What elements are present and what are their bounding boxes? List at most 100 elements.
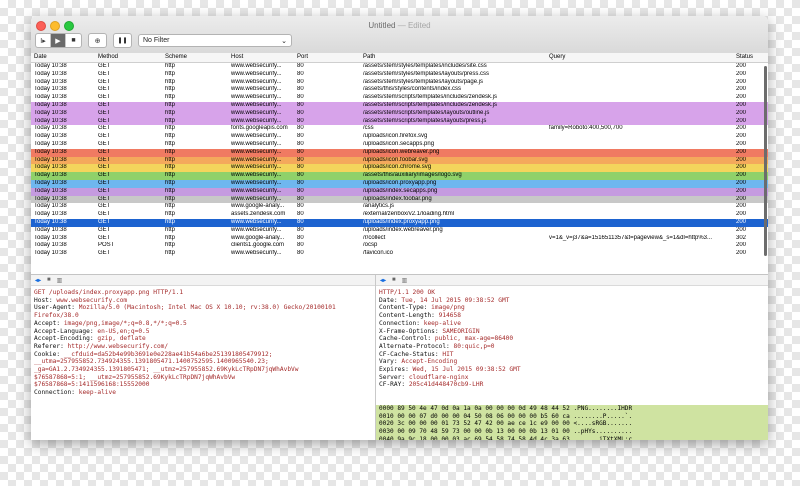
cell-status: 200	[736, 250, 747, 257]
table-row[interactable]: Today 10:38 GET http www.websecurify... 80/a…	[31, 63, 768, 71]
response-header: Date: Tue, 14 Jul 2015 09:38:52 GMT	[379, 297, 768, 305]
raw-view-icon[interactable]: ■	[392, 277, 396, 283]
table-row[interactable]: Today 10:38 GET http www.websecurify... 80/u…	[31, 133, 768, 141]
cell-method: GET	[98, 125, 111, 132]
hex-line: 0010 00 00 07 d0 00 00 04 50 08 06 00 00…	[379, 412, 633, 420]
table-row[interactable]: Today 10:38 GET http www.websecurify... 80/a…	[31, 109, 768, 118]
cell-scheme: http	[165, 94, 176, 101]
step-icon[interactable]: I▸	[36, 34, 51, 47]
request-header: Accept-Language: en-US,en;q=0.5	[34, 328, 375, 336]
table-row[interactable]: Today 10:38 GET http www.google-analy... 80 /…	[31, 234, 768, 243]
column-header-status[interactable]: Status	[736, 54, 753, 60]
cell-port: 80	[297, 164, 304, 171]
pause-button[interactable]: ❚❚	[113, 33, 132, 48]
cell-path: /r/collect	[363, 234, 386, 241]
cell-path: /assets/stem/scripts/templates/layouts/o…	[363, 109, 490, 116]
table-row[interactable]: Today 10:38 GET http www.websecurify... 80/u…	[31, 148, 768, 157]
cell-date: Today 10:38	[34, 125, 67, 132]
cell-host: www.websecurify...	[231, 172, 282, 179]
stop-icon[interactable]: ■	[66, 34, 81, 47]
table-row[interactable]: Today 10:38 GET http www.websecurify... 80/u…	[31, 195, 768, 204]
table-row[interactable]: Today 10:38 GET http assets.zendesk.com 80/e…	[31, 211, 768, 219]
status-line: HTTP/1.1 200 OK	[379, 289, 768, 297]
table-row[interactable]: Today 10:38 GET http www.websecurify... 80/a…	[31, 101, 768, 110]
cell-date: Today 10:38	[34, 195, 67, 202]
columns-view-icon[interactable]: ▥	[57, 277, 63, 284]
response-header: Content-Length: 914658	[379, 312, 768, 320]
column-header-method[interactable]: Method	[98, 54, 118, 60]
table-row[interactable]: Today 10:38 GET http www.websecurify... 80/f…	[31, 250, 768, 258]
cell-scheme: http	[165, 78, 176, 85]
request-header: _ga=GA1.2.734924355.1391805471; __utmz=2…	[34, 366, 375, 374]
cell-date: Today 10:38	[34, 250, 67, 257]
cell-date: Today 10:38	[34, 242, 67, 249]
window-title-text: Untitled	[368, 21, 396, 30]
table-row[interactable]: Today 10:38 GET http www.websecurify... 80/u…	[31, 187, 768, 196]
header-name: Connection:	[34, 389, 75, 397]
cell-scheme: http	[165, 133, 176, 140]
play-icon[interactable]: ▶	[51, 34, 66, 47]
header-value: Mozilla/5.0 (Macintosh; Intel Mac OS X 1…	[78, 304, 336, 312]
table-row[interactable]: Today 10:38 POST http clients1.google.com 80…	[31, 242, 768, 251]
header-value: image/png	[431, 304, 465, 312]
table-scrollbar[interactable]	[764, 66, 767, 256]
header-value: Accept-Encoding	[401, 358, 458, 366]
cell-method: GET	[98, 203, 111, 210]
filter-select[interactable]: No Filter ⌄	[138, 34, 292, 47]
cell-host: www.websecurify...	[231, 78, 282, 85]
table-row[interactable]: Today 10:38 GET http www.websecurify... 80/a…	[31, 117, 768, 126]
cell-port: 80	[297, 203, 304, 210]
column-header-query[interactable]: Query	[549, 54, 565, 60]
cell-host: www.websecurify...	[231, 195, 282, 202]
cell-scheme: http	[165, 250, 176, 257]
header-name: Host:	[34, 296, 53, 304]
column-header-host[interactable]: Host	[231, 54, 243, 60]
cell-scheme: http	[165, 140, 176, 147]
column-header-scheme[interactable]: Scheme	[165, 54, 187, 60]
cell-path: /assets/stem/styles/templates/includes/s…	[363, 63, 487, 69]
response-status-text: OK	[427, 289, 435, 296]
table-row[interactable]: Today 10:38 GET http www.websecurify... 80/u…	[31, 164, 768, 173]
cell-method: GET	[98, 63, 111, 69]
navigate-arrows-icon[interactable]: ◂▸	[380, 277, 386, 284]
cell-scheme: http	[165, 109, 176, 116]
column-header-path[interactable]: Path	[363, 54, 375, 60]
target-button[interactable]: ⊕	[88, 33, 107, 48]
cell-host: www.websecurify...	[231, 117, 282, 124]
cell-status: 302	[736, 234, 747, 241]
table-row[interactable]: Today 10:38 GET http www.websecurify... 80/u…	[31, 226, 768, 235]
table-row[interactable]: Today 10:38 GET http www.websecurify... 80/u…	[31, 179, 768, 188]
request-method: GET	[34, 289, 46, 296]
navigate-arrows-icon[interactable]: ◂▸	[35, 277, 41, 284]
header-value: www.websecurify.com	[56, 296, 128, 304]
table-row[interactable]: Today 10:38 GET http www.websecurify... 80/u…	[31, 140, 768, 149]
cell-date: Today 10:38	[34, 133, 67, 140]
column-header-date[interactable]: Date	[34, 54, 47, 60]
crosshair-icon: ⊕	[94, 37, 101, 45]
table-row[interactable]: Today 10:38 GET http www.google-analy... 80 /…	[31, 203, 768, 212]
table-row[interactable]: Today 10:38 GET http www.websecurify... 80/a…	[31, 70, 768, 79]
header-value: image/png,image/*;q=0.8,*/*;q=0.5	[63, 319, 187, 327]
cell-port: 80	[297, 70, 304, 77]
table-row[interactable]: Today 10:38 GET http www.websecurify... 80/u…	[31, 156, 768, 165]
cell-port: 80	[297, 94, 304, 101]
columns-view-icon[interactable]: ▥	[402, 277, 408, 284]
edited-indicator: — Edited	[397, 21, 431, 30]
cell-scheme: http	[165, 203, 176, 210]
cell-date: Today 10:38	[34, 86, 67, 93]
table-row[interactable]: Today 10:38 GET http www.websecurify... 80/a…	[31, 86, 768, 95]
request-table: Today 10:38 GET http www.websecurify... 80/a…	[31, 63, 768, 274]
column-header-port[interactable]: Port	[297, 54, 308, 60]
cell-status: 200	[736, 133, 747, 140]
header-name: Referer:	[34, 342, 64, 350]
request-header: __utma=257955852.734924355.1391805471.14…	[34, 358, 375, 366]
cell-path: /uploads/icon.chrome.svg	[363, 164, 432, 171]
table-row[interactable]: Today 10:38 GET http www.websecurify... 80/a…	[31, 78, 768, 87]
raw-view-icon[interactable]: ■	[47, 277, 51, 283]
table-row[interactable]: Today 10:38 GET http www.websecurify... 80/a…	[31, 94, 768, 102]
table-row[interactable]: Today 10:38 GET http fonts.googleapis.com 80…	[31, 125, 768, 134]
request-text: GET /uploads/index.proxyapp.png HTTP/1.1…	[31, 286, 375, 397]
cell-scheme: http	[165, 187, 176, 194]
table-row[interactable]: Today 10:38 GET http www.websecurify... 80/u…	[31, 218, 768, 227]
table-row[interactable]: Today 10:38 GET http www.websecurify... 80/a…	[31, 172, 768, 180]
